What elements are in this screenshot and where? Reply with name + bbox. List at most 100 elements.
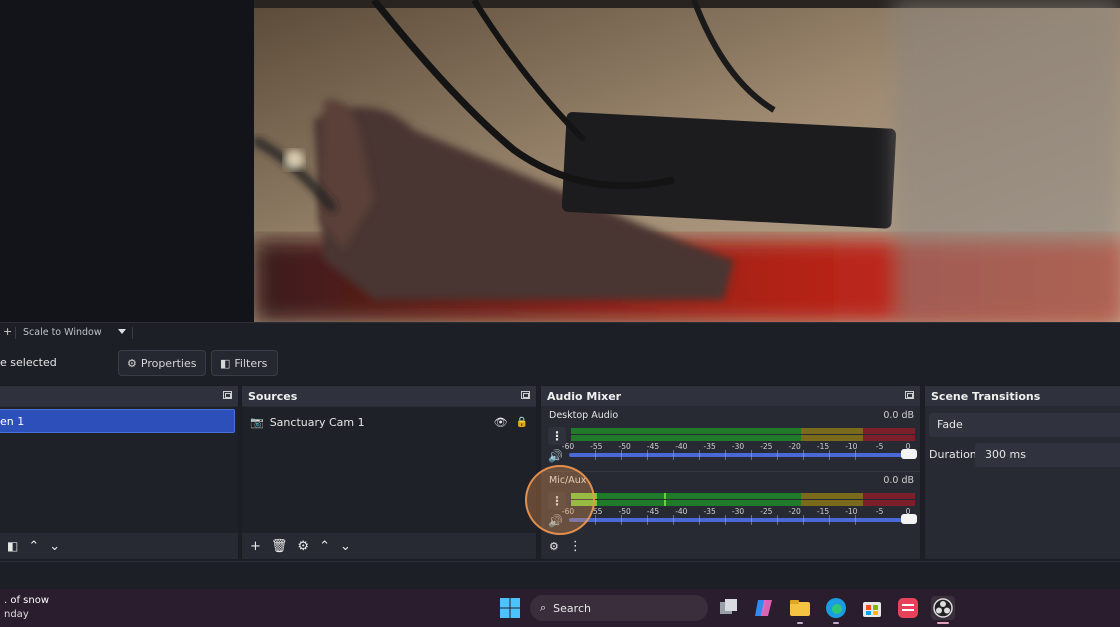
camera-icon: 📷 xyxy=(250,415,264,429)
meter-segment xyxy=(571,500,802,506)
status-bar xyxy=(0,561,1120,589)
weather-subtext[interactable]: nday xyxy=(4,609,29,620)
audio-mixer-toolbar: ⚙ ⋮ xyxy=(541,533,920,559)
obs-icon[interactable] xyxy=(931,596,955,620)
slider-tick xyxy=(647,515,648,525)
volume-slider-handle[interactable] xyxy=(901,449,917,459)
windows-start-icon[interactable] xyxy=(498,596,522,620)
add-icon[interactable]: + xyxy=(250,540,261,553)
divider xyxy=(132,327,133,339)
properties-button-label: Properties xyxy=(140,356,197,370)
audio-channel-mic: Mic/Aux 0.0 dB ⋮ -60 -55 -50 -45 -40 -35 -30 -2… xyxy=(541,471,920,535)
source-item[interactable]: 📷 Sanctuary Cam 1 👁 🔒 xyxy=(250,413,528,431)
meter-tick-label: -60 xyxy=(561,442,575,451)
eye-icon[interactable]: 👁 xyxy=(494,416,508,429)
scenes-dock-title xyxy=(0,386,238,406)
app-icon[interactable] xyxy=(896,596,920,620)
slider-tick xyxy=(673,450,674,460)
chevron-down-icon[interactable] xyxy=(118,329,126,334)
transition-select[interactable]: Fade xyxy=(929,413,1120,437)
meter-segment xyxy=(571,435,802,441)
source-label: Sanctuary Cam 1 xyxy=(269,415,365,429)
meter-segment xyxy=(801,500,864,506)
advanced-audio-gear-icon[interactable]: ⚙ xyxy=(549,541,559,552)
menu-dots-icon[interactable]: ⋮ xyxy=(569,540,582,553)
meter-tick-label: -30 xyxy=(731,442,745,451)
meter-tick-label: -25 xyxy=(760,442,773,451)
slider-tick xyxy=(673,515,674,525)
meter-peak-marker xyxy=(663,493,666,499)
meter-tick-label: -45 xyxy=(646,442,660,451)
filter-icon: ◧ xyxy=(220,356,231,370)
meter-segment xyxy=(801,435,864,441)
running-indicator xyxy=(833,622,839,624)
edge-icon[interactable] xyxy=(824,596,848,620)
meter-scale: -60 -55 -50 -45 -40 -35 -30 -25 -20 -15 -10 -5 0 xyxy=(562,507,917,516)
slider-tick xyxy=(803,450,804,460)
scene-transitions-dock-title: Scene Transitions xyxy=(925,386,1120,406)
undock-icon[interactable] xyxy=(223,391,232,399)
move-up-icon[interactable]: ⌃ xyxy=(319,540,330,553)
meter-tick-label: -55 xyxy=(590,442,603,451)
scene-item[interactable]: en 1 xyxy=(0,409,235,433)
store-icon[interactable] xyxy=(860,596,884,620)
volume-slider[interactable] xyxy=(569,514,917,525)
channel-name: Desktop Audio xyxy=(549,410,619,421)
channel-db: 0.0 dB xyxy=(883,475,914,486)
audio-mixer-dock-title: Audio Mixer xyxy=(541,386,920,406)
meter-tick-label: -40 xyxy=(675,442,688,451)
weather-text[interactable]: . of snow xyxy=(4,595,49,606)
sources-list: 📷 Sanctuary Cam 1 👁 🔒 xyxy=(242,407,536,533)
preview-canvas[interactable] xyxy=(254,0,1120,322)
trash-icon[interactable]: 🗑 xyxy=(271,540,288,553)
meter-segment xyxy=(863,493,915,499)
move-down-icon[interactable]: ⌄ xyxy=(49,540,60,553)
meter-tick-label: -35 xyxy=(703,507,716,516)
undock-icon[interactable] xyxy=(521,391,530,399)
slider-tick xyxy=(699,515,700,525)
move-up-icon[interactable]: ⌃ xyxy=(28,540,39,553)
slider-tick xyxy=(595,515,596,525)
slider-tick xyxy=(855,450,856,460)
copilot-icon[interactable] xyxy=(752,596,776,620)
divider xyxy=(15,327,16,339)
sources-dock-title: Sources xyxy=(242,386,536,406)
audio-channel-desktop: Desktop Audio 0.0 dB ⋮ -60 -55 -50 -45 -40 -3… xyxy=(541,407,920,471)
slider-tick xyxy=(595,450,596,460)
taskbar-search[interactable]: ⌕ Search xyxy=(530,595,708,621)
slider-tick xyxy=(751,515,752,525)
lock-icon[interactable]: 🔒 xyxy=(516,417,528,428)
duration-label: Duration xyxy=(929,448,977,461)
meter-tick-label: -35 xyxy=(703,442,716,451)
meter-scale: -60 -55 -50 -45 -40 -35 -30 -25 -20 -15 -10 -5 0 xyxy=(561,442,917,451)
volume-meter xyxy=(571,428,915,441)
sources-title: Sources xyxy=(248,389,298,403)
filters-button[interactable]: ◧ Filters xyxy=(211,350,278,376)
meter-segment xyxy=(863,428,915,434)
meter-tick-label: -5 xyxy=(875,507,884,516)
gear-icon: ⚙ xyxy=(127,356,137,370)
meter-segment xyxy=(571,493,802,499)
properties-button[interactable]: ⚙ Properties xyxy=(118,350,206,376)
meter-tick-label: -25 xyxy=(760,507,773,516)
undock-icon[interactable] xyxy=(905,391,914,399)
filter-panel-icon[interactable]: ◧ xyxy=(7,540,18,552)
meter-segment xyxy=(801,428,864,434)
slider-tick xyxy=(751,450,752,460)
move-down-icon[interactable]: ⌄ xyxy=(340,540,351,553)
zoom-plus-icon[interactable]: + xyxy=(3,325,12,338)
duration-input[interactable]: 300 ms xyxy=(975,443,1120,467)
scale-select[interactable]: Scale to Window xyxy=(23,327,102,338)
volume-slider-handle[interactable] xyxy=(901,514,917,524)
running-indicator xyxy=(797,622,803,624)
scenes-toolbar: ◧ ⌃ ⌄ xyxy=(0,533,238,559)
audio-mixer-title: Audio Mixer xyxy=(547,389,622,403)
volume-meter xyxy=(571,493,915,506)
slider-tick xyxy=(803,515,804,525)
task-view-icon[interactable] xyxy=(716,596,740,620)
filters-button-label: Filters xyxy=(234,356,268,370)
volume-slider[interactable] xyxy=(569,449,917,460)
file-explorer-icon[interactable] xyxy=(788,596,812,620)
gear-icon[interactable]: ⚙ xyxy=(297,540,309,553)
speaker-icon[interactable]: 🔊 xyxy=(548,449,563,463)
